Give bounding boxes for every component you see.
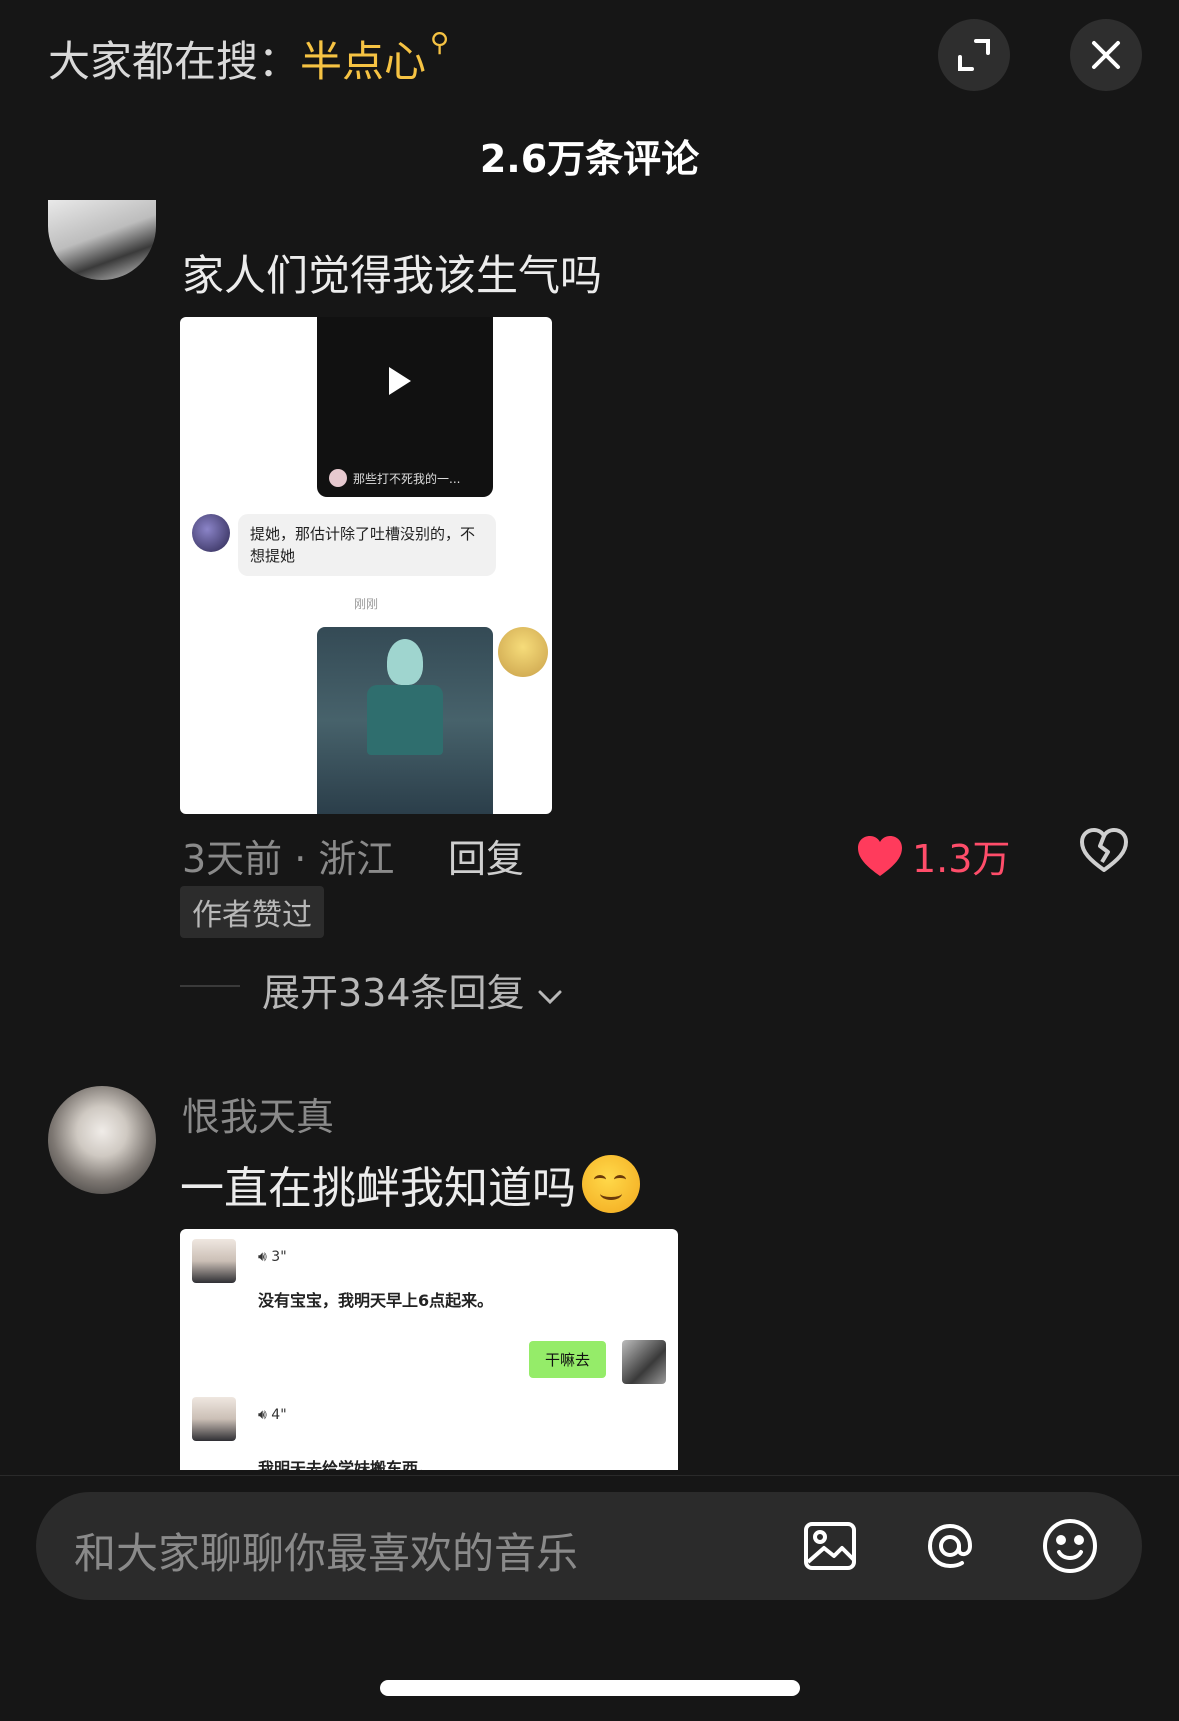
game-screenshot	[317, 627, 493, 814]
comment-input[interactable]: 和大家聊聊你最喜欢的音乐	[74, 1520, 578, 1581]
like-button[interactable]: 1.3万	[856, 828, 1010, 883]
comment-text-content: 一直在挑衅我知道吗	[180, 1163, 576, 1214]
emoji-icon	[1043, 1519, 1097, 1573]
image-button[interactable]	[798, 1514, 862, 1578]
trending-search[interactable]: 大家都在搜：半点心 ⚲	[48, 28, 449, 89]
mention-button[interactable]	[918, 1514, 982, 1578]
my-chat-bubble: 干嘛去	[529, 1341, 607, 1378]
trending-search-keyword[interactable]: 半点心	[300, 37, 426, 86]
avatar[interactable]	[48, 200, 156, 280]
input-divider	[0, 1475, 1179, 1476]
expand-replies-button[interactable]: 展开334条回复	[262, 962, 563, 1017]
comments-count-title: 2.6万条评论	[479, 137, 700, 181]
sticker-avatar	[498, 627, 548, 677]
play-icon	[389, 367, 411, 395]
comment-text: 家人们觉得我该生气吗	[182, 251, 603, 300]
comment-image[interactable]: 那些打不死我的一... 提她，那估计除了吐槽没别的，不想提她 刚刚	[180, 317, 552, 814]
chat-bubble: 提她，那估计除了吐槽没别的，不想提她	[238, 514, 496, 576]
chat-avatar	[192, 1397, 236, 1441]
chat-avatar	[192, 1239, 236, 1283]
like-count: 1.3万	[912, 837, 1011, 881]
chat-line: 我明天去给学妹搬东西。	[258, 1459, 435, 1470]
username[interactable]: 恨我天真	[182, 1086, 334, 1141]
chat-timestamp: 刚刚	[353, 597, 378, 611]
reply-button[interactable]: 回复	[448, 828, 524, 883]
broken-heart-icon	[1080, 828, 1128, 872]
heart-filled-icon	[858, 835, 902, 876]
trending-search-prefix: 大家都在搜：	[48, 37, 301, 86]
close-button[interactable]	[1070, 19, 1142, 91]
divider-line	[180, 985, 240, 987]
my-avatar	[622, 1340, 666, 1384]
at-icon	[927, 1523, 973, 1569]
expand-replies-label: 展开334条回复	[262, 971, 525, 1015]
close-icon	[1092, 41, 1120, 69]
smile-emoji-icon	[582, 1155, 640, 1213]
image-icon	[804, 1522, 856, 1570]
chat-avatar	[192, 514, 230, 552]
comment-text: 一直在挑衅我知道吗	[180, 1152, 640, 1216]
chat-line: 没有宝宝，我明天早上6点起来。	[258, 1291, 494, 1310]
video-caption: 那些打不死我的一...	[329, 469, 460, 487]
chevron-down-icon	[538, 990, 562, 1005]
dislike-button[interactable]	[1080, 828, 1128, 876]
video-thumbnail: 那些打不死我的一...	[317, 317, 493, 497]
emoji-button[interactable]	[1038, 1514, 1102, 1578]
voice-message: 🔊︎ 3"	[258, 1249, 287, 1265]
voice-message: 🔊︎ 4"	[258, 1407, 287, 1423]
comment-time-location: 3天前 · 浙江	[182, 837, 395, 881]
expand-button[interactable]	[938, 19, 1010, 91]
expand-icon	[958, 39, 990, 71]
home-indicator[interactable]	[380, 1680, 800, 1696]
comment-image[interactable]: 🔊︎ 3" 没有宝宝，我明天早上6点起来。 干嘛去 🔊︎ 4" 我明天去给学妹搬…	[180, 1229, 678, 1470]
search-icon: ⚲	[430, 28, 450, 58]
author-liked-badge: 作者赞过	[180, 886, 324, 938]
avatar[interactable]	[48, 1086, 156, 1194]
